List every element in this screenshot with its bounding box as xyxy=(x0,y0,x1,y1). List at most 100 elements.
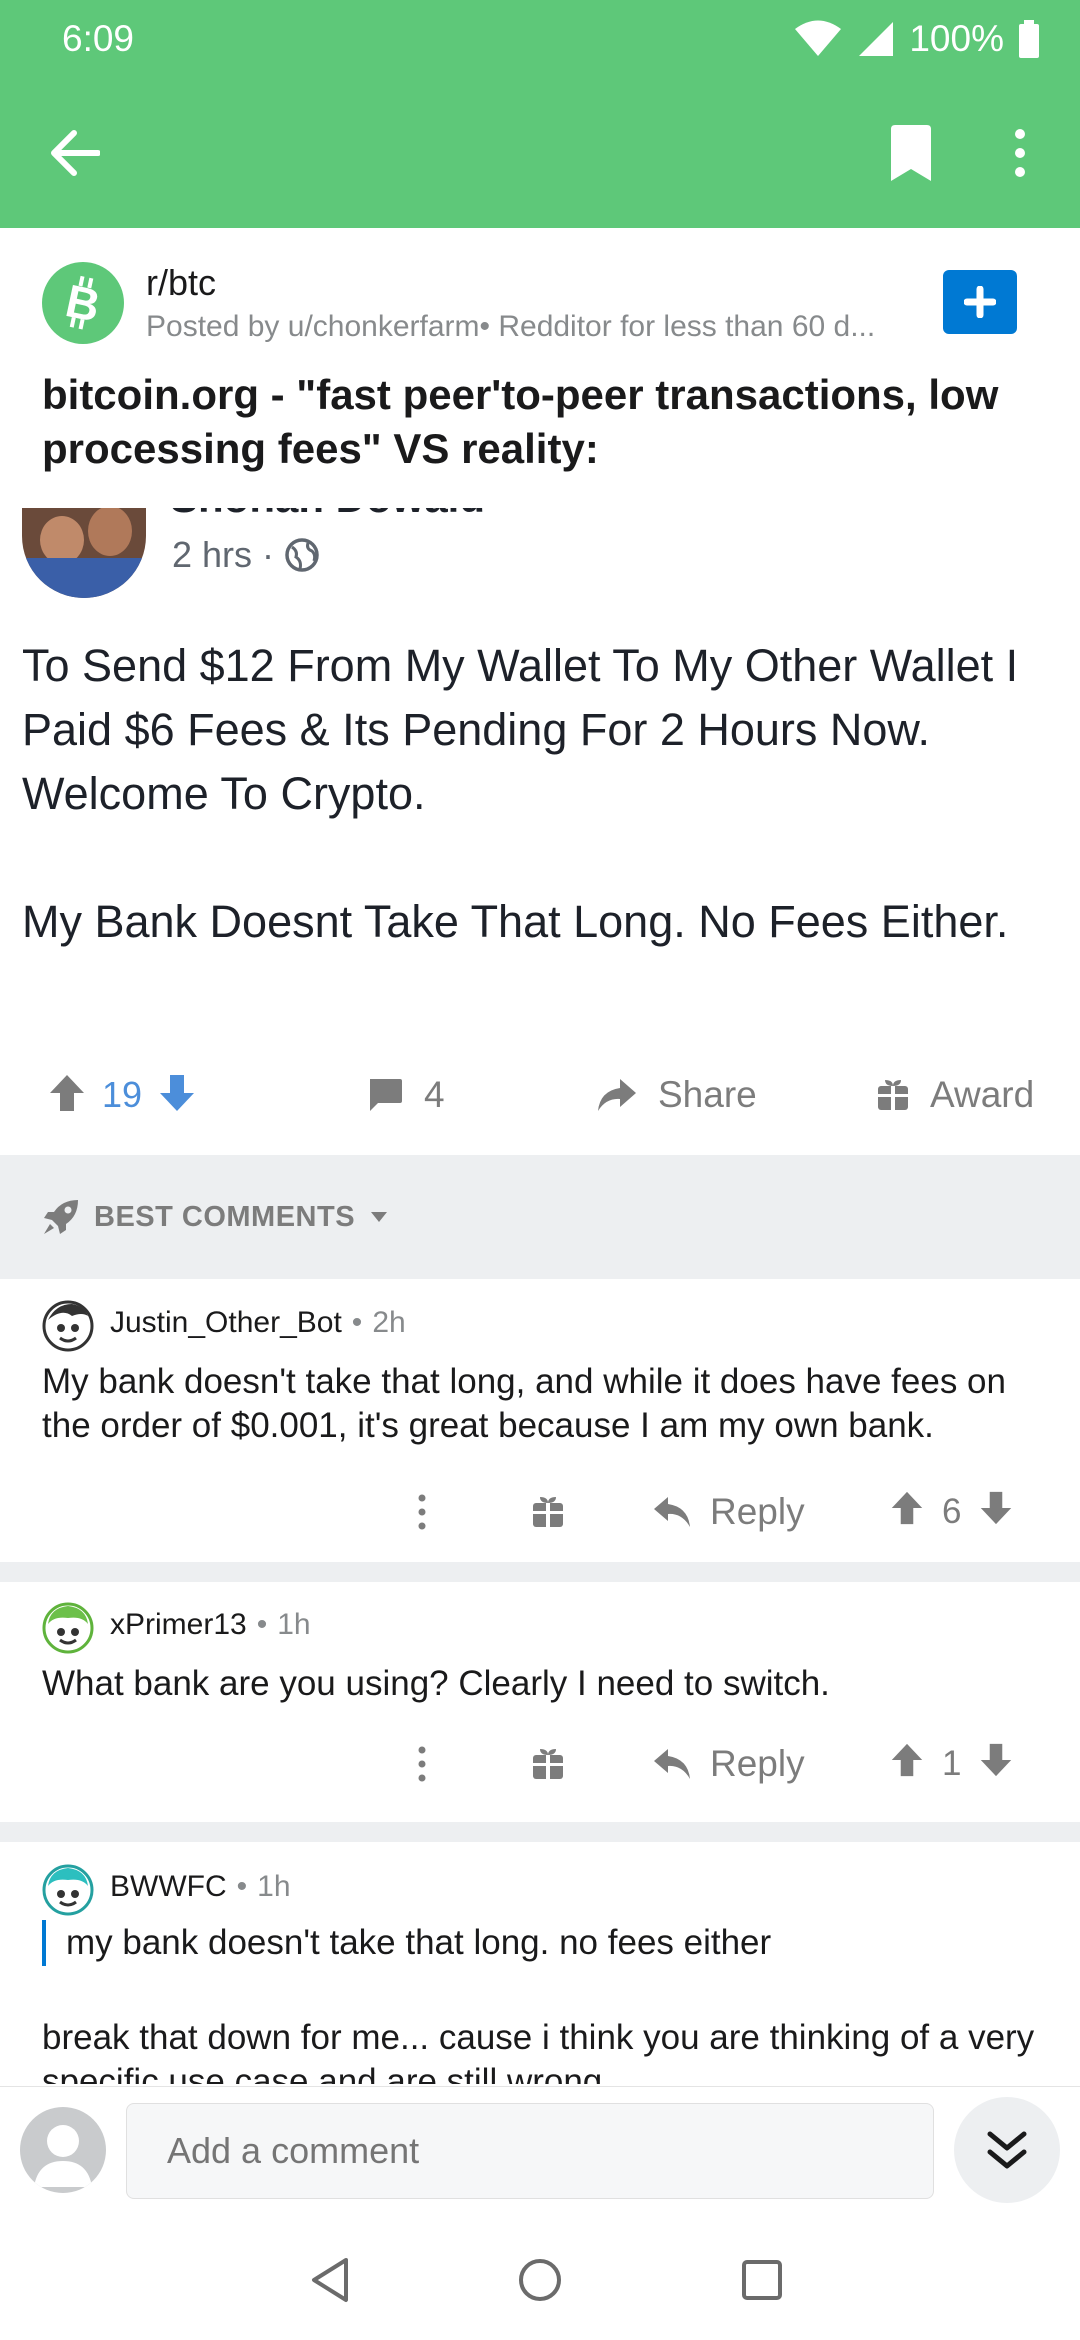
sort-label: BEST COMMENTS xyxy=(94,1200,356,1233)
nav-home-button[interactable] xyxy=(510,2250,570,2310)
post-action-bar: 19 4 Share Award xyxy=(0,1020,1080,1170)
arrow-left-icon xyxy=(51,130,100,176)
comment-more-button[interactable] xyxy=(400,1482,444,1542)
comment-reply-button[interactable]: Reply xyxy=(652,1734,805,1794)
dot-separator: · xyxy=(262,534,275,575)
upvote-button[interactable] xyxy=(48,1073,86,1118)
square-recents-icon xyxy=(742,2260,782,2300)
signal-icon xyxy=(857,20,895,58)
dot-separator: • xyxy=(351,1306,363,1339)
image-author-avatar xyxy=(22,508,146,598)
join-subreddit-button[interactable] xyxy=(943,270,1017,334)
comment-reply-button[interactable]: Reply xyxy=(652,1482,805,1542)
comment[interactable]: xPrimer13 • 1h What bank are you using? … xyxy=(0,1582,1080,1822)
comment-actions: Reply 6 xyxy=(0,1482,1080,1542)
comment-header: Justin_Other_Bot • 2h xyxy=(110,1306,406,1340)
comment[interactable]: BWWFC • 1h my bank doesn't take that lon… xyxy=(0,1844,1080,2084)
snoo-avatar-icon xyxy=(42,1864,94,1916)
downvote-button[interactable] xyxy=(158,1073,196,1118)
comment-avatar[interactable] xyxy=(42,1602,94,1654)
upvote-arrow-icon xyxy=(50,1074,84,1111)
comment-age: 1h xyxy=(277,1608,311,1641)
snoo-avatar-icon xyxy=(42,1602,94,1654)
award-button[interactable]: Award xyxy=(876,1068,1034,1122)
snoo-avatar-icon xyxy=(42,1300,94,1352)
comment-author[interactable]: BWWFC xyxy=(110,1870,227,1904)
comment-downvote-button[interactable] xyxy=(979,1742,1013,1787)
downvote-arrow-icon xyxy=(981,1743,1012,1776)
battery-icon xyxy=(1018,20,1040,58)
comment-avatar[interactable] xyxy=(42,1300,94,1352)
sort-dropdown[interactable]: BEST COMMENTS xyxy=(42,1195,389,1239)
bitcoin-logo-icon: B xyxy=(61,274,104,332)
comment-more-button[interactable] xyxy=(400,1734,444,1794)
more-vertical-icon xyxy=(418,1746,426,1782)
comment-age: 2h xyxy=(372,1306,406,1339)
globe-icon xyxy=(285,538,319,572)
comment-body: What bank are you using? Clearly I need … xyxy=(42,1664,830,1703)
downvote-arrow-icon xyxy=(160,1074,195,1111)
comment[interactable]: Justin_Other_Bot • 2h My bank doesn't ta… xyxy=(0,1280,1080,1562)
comment-downvote-button[interactable] xyxy=(979,1490,1013,1535)
more-vertical-icon xyxy=(1015,129,1025,177)
caret-down-icon xyxy=(371,1212,388,1222)
wifi-icon xyxy=(793,20,843,58)
system-nav-bar xyxy=(0,2220,1080,2340)
comment-award-button[interactable] xyxy=(524,1734,572,1794)
image-post-text: To Send $12 From My Wallet To My Other W… xyxy=(22,640,1019,947)
post-image[interactable]: Shohan Dowald 2 hrs · To Send $12 From M… xyxy=(0,508,1080,1020)
comment-award-button[interactable] xyxy=(524,1482,572,1542)
post-header: B r/btc Posted by u/chonkerfarm• Reddito… xyxy=(0,228,1080,508)
comment-divider xyxy=(0,1562,1080,1582)
bookmark-button[interactable] xyxy=(876,118,946,188)
comment-input[interactable] xyxy=(126,2103,934,2199)
share-arrow-icon xyxy=(598,1079,636,1111)
comment-bubble-icon xyxy=(370,1079,402,1111)
dot-separator: • xyxy=(256,1608,268,1641)
upvote-arrow-icon xyxy=(891,1743,923,1776)
share-label: Share xyxy=(658,1074,757,1115)
post-vote-count: 19 xyxy=(102,1074,143,1115)
comment-header: xPrimer13 • 1h xyxy=(110,1608,311,1642)
comment-author[interactable]: Justin_Other_Bot xyxy=(110,1306,342,1340)
comment-header: BWWFC • 1h xyxy=(110,1870,291,1904)
comment-body: break that down for me... cause i think … xyxy=(42,2018,1035,2084)
status-time: 6:09 xyxy=(62,18,135,59)
post-vote-group: 19 xyxy=(48,1068,196,1122)
more-options-button[interactable] xyxy=(990,118,1050,188)
jump-to-next-button[interactable] xyxy=(954,2097,1060,2203)
comments-button[interactable]: 4 xyxy=(366,1068,445,1122)
battery-percent: 100% xyxy=(909,18,1004,59)
comment-age: 1h xyxy=(257,1870,291,1903)
award-label: Award xyxy=(930,1074,1035,1115)
comment-avatar[interactable] xyxy=(42,1864,94,1916)
comment-count: 4 xyxy=(424,1074,445,1115)
user-silhouette-icon xyxy=(34,2125,92,2187)
plus-icon xyxy=(964,286,996,318)
image-time-text: 2 hrs xyxy=(172,534,253,575)
nav-back-button[interactable] xyxy=(300,2250,360,2310)
reply-arrow-icon xyxy=(654,1749,690,1779)
image-post-time: 2 hrs · xyxy=(172,534,320,576)
subreddit-avatar[interactable]: B xyxy=(42,262,124,344)
subreddit-name[interactable]: r/btc xyxy=(146,262,216,304)
comment-actions: Reply 1 xyxy=(0,1734,1080,1794)
comment-upvote-button[interactable] xyxy=(890,1742,924,1787)
comment-author[interactable]: xPrimer13 xyxy=(110,1608,247,1642)
status-icons: 100% xyxy=(793,14,1040,64)
back-button[interactable] xyxy=(40,118,110,188)
comment-vote-count: 1 xyxy=(942,1744,962,1783)
user-avatar[interactable] xyxy=(20,2107,106,2193)
comment-vote-group: 6 xyxy=(890,1482,1013,1542)
nav-recents-button[interactable] xyxy=(732,2250,792,2310)
post-meta[interactable]: Posted by u/chonkerfarm• Redditor for le… xyxy=(146,310,936,344)
image-author-name: Shohan Dowald xyxy=(170,508,485,522)
double-chevron-down-icon xyxy=(987,2131,1027,2169)
bookmark-icon xyxy=(891,125,931,181)
share-button[interactable]: Share xyxy=(596,1068,757,1122)
triangle-back-icon xyxy=(312,2258,348,2302)
app-bar: 6:09 100% xyxy=(0,0,1080,228)
gift-icon xyxy=(533,1749,563,1779)
dot-separator: • xyxy=(236,1870,248,1903)
comment-upvote-button[interactable] xyxy=(890,1490,924,1535)
